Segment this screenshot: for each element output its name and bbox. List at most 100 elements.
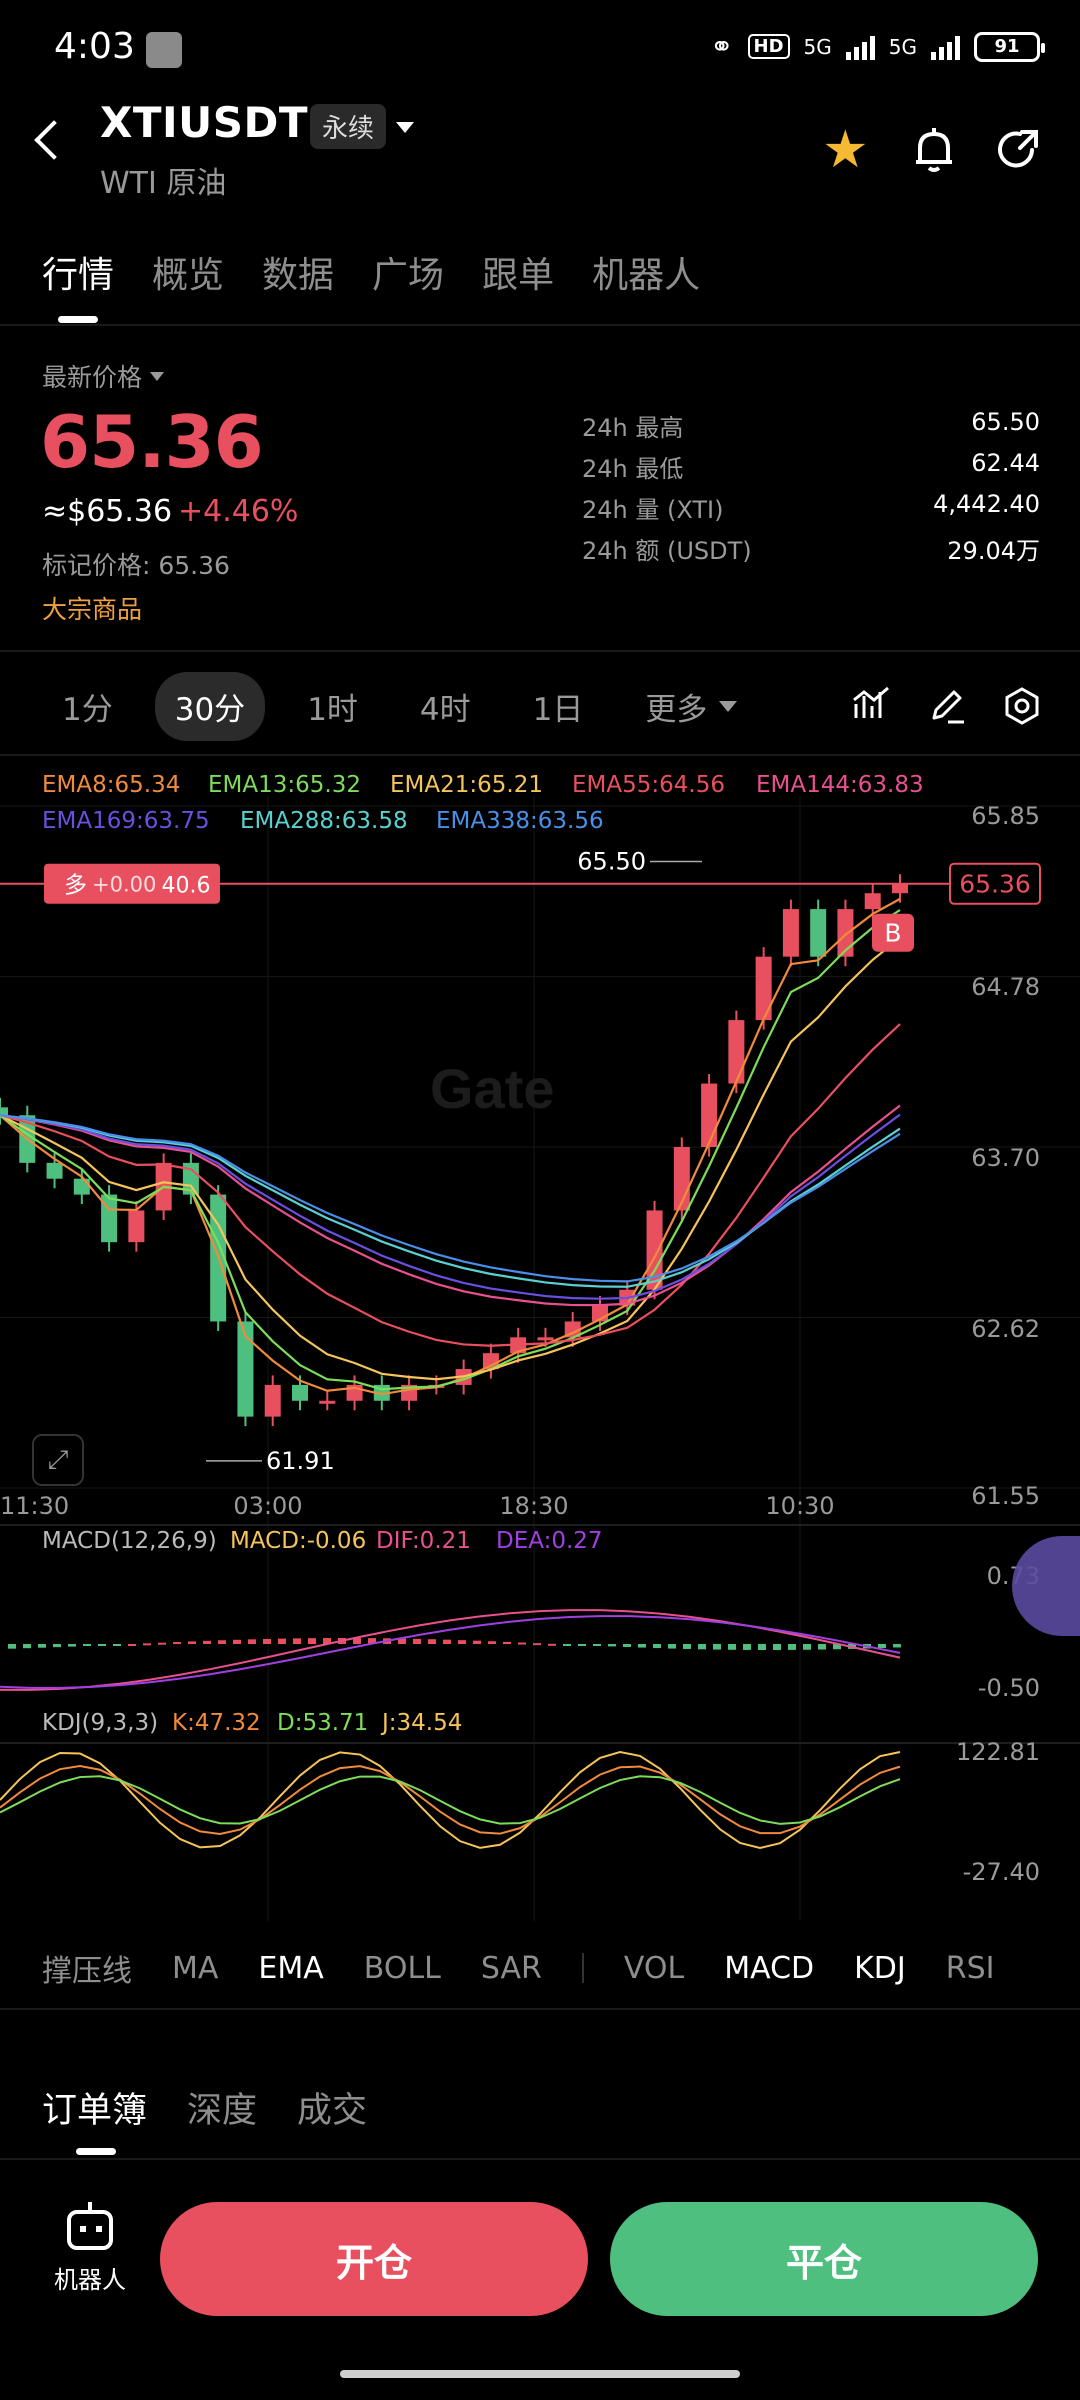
macd-bar: [98, 1644, 106, 1646]
open-position-button[interactable]: 开仓: [160, 2202, 588, 2316]
ema-legend-item: EMA144:63.83: [756, 772, 924, 798]
macd-bar: [803, 1644, 811, 1650]
macd-bar: [413, 1638, 421, 1644]
watermark: Gate: [430, 1057, 555, 1120]
signal-icon: [845, 34, 875, 60]
high-label: 65.50: [577, 848, 646, 876]
chart-settings-icon[interactable]: [1002, 686, 1042, 726]
candle: [73, 1178, 90, 1195]
ind-ma[interactable]: MA: [172, 1951, 218, 1986]
macd-bar: [758, 1644, 766, 1650]
candle: [319, 1400, 336, 1404]
kdj-value: D:53.71: [277, 1710, 368, 1736]
macd-bar: [593, 1644, 601, 1646]
interval-more[interactable]: 更多: [625, 672, 757, 741]
hd-icon: HD: [747, 34, 790, 59]
status-time: 4:03: [54, 26, 135, 67]
indicator-icon[interactable]: [852, 686, 892, 722]
tab-depth[interactable]: 深度: [187, 2082, 257, 2133]
symbol-subtitle: WTI 原油: [100, 166, 227, 201]
tab-trades[interactable]: 成交: [297, 2082, 367, 2133]
macd-bar: [143, 1643, 151, 1646]
interval-1d[interactable]: 1日: [513, 672, 604, 741]
stat-label: 24h 最低: [582, 455, 684, 483]
kdj-label: KDJ(9,3,3): [42, 1710, 158, 1736]
bot-button[interactable]: 机器人: [50, 2202, 130, 2295]
robot-icon: [67, 2202, 113, 2250]
symbol-title[interactable]: XTIUSDT: [100, 98, 308, 147]
macd-bar: [53, 1644, 61, 1648]
interval-30m[interactable]: 30分: [154, 672, 266, 741]
tab-data[interactable]: 数据: [262, 246, 334, 298]
link-icon: ⚭: [710, 30, 734, 63]
macd-bar: [608, 1644, 616, 1647]
macd-bar: [743, 1644, 751, 1650]
ind-vol[interactable]: VOL: [624, 1951, 684, 1986]
star-icon[interactable]: ★: [822, 124, 869, 176]
fullscreen-icon[interactable]: ⤢: [32, 1434, 84, 1486]
ind-macd[interactable]: MACD: [724, 1951, 814, 1986]
indicator-separator: [581, 1953, 584, 1983]
tab-copy-trade[interactable]: 跟单: [482, 246, 554, 298]
battery-icon: 91: [974, 31, 1045, 62]
kdj-value: K:47.32: [172, 1710, 261, 1736]
wrench-icon: [146, 32, 182, 68]
macd-bar: [533, 1643, 541, 1646]
candle: [755, 956, 772, 1021]
stats-24h: 24h 最高 65.50 24h 最低 62.44 24h 量 (XTI) 4,442…: [582, 408, 1040, 572]
price-tick: 62.62: [971, 1315, 1040, 1343]
stat-high: 24h 最高 65.50: [582, 408, 1040, 449]
tab-overview[interactable]: 概览: [152, 246, 224, 298]
back-icon[interactable]: [34, 120, 74, 160]
macd-bar: [818, 1644, 826, 1650]
macd-bar: [458, 1640, 466, 1644]
position-side: 多: [64, 873, 87, 899]
candle: [864, 893, 881, 910]
candle: [701, 1083, 718, 1147]
ind-support[interactable]: 撑压线: [42, 1946, 132, 1990]
kline-svg[interactable]: Gate 65.85 64.78 63.70 62.62 61.55 65.36 多 +0.00…: [0, 756, 1080, 1926]
ema-legend-item: EMA55:64.56: [572, 772, 725, 798]
close-position-button[interactable]: 平仓: [610, 2202, 1038, 2316]
kline-chart[interactable]: Gate 65.85 64.78 63.70 62.62 61.55 65.36 多 +0.00…: [0, 756, 1080, 1926]
bell-icon[interactable]: [912, 126, 956, 174]
candle: [728, 1020, 745, 1084]
share-icon[interactable]: [994, 126, 1040, 172]
macd-bar: [263, 1638, 271, 1644]
ema-line: [0, 1113, 901, 1300]
kdj-tick: -27.40: [963, 1858, 1040, 1886]
ind-sar[interactable]: SAR: [481, 1951, 542, 1986]
interval-1h[interactable]: 1时: [287, 672, 378, 741]
candle: [264, 1384, 281, 1417]
interval-1m[interactable]: 1分: [40, 672, 133, 741]
home-indicator: [340, 2370, 740, 2378]
category-tag[interactable]: 大宗商品: [42, 590, 142, 626]
macd-bar: [173, 1642, 181, 1645]
macd-bar: [8, 1644, 16, 1649]
ind-boll[interactable]: BOLL: [364, 1951, 441, 1986]
tab-bot[interactable]: 机器人: [592, 246, 700, 298]
tab-square[interactable]: 广场: [372, 246, 444, 298]
divider: [0, 2158, 1080, 2160]
tab-orderbook[interactable]: 订单簿: [42, 2082, 147, 2133]
stat-value: 62.44: [971, 449, 1040, 477]
ind-kdj[interactable]: KDJ: [854, 1951, 906, 1986]
time-tick: 11:30: [0, 1492, 69, 1520]
ema-legend-item: EMA169:63.75: [42, 808, 210, 834]
last-price: 65.36: [40, 400, 264, 484]
macd-bar: [668, 1644, 676, 1649]
macd-bar: [893, 1644, 901, 1648]
price-tick: 63.70: [971, 1144, 1040, 1172]
dea-line: [0, 1615, 901, 1689]
ind-ema[interactable]: EMA: [258, 1951, 323, 1986]
interval-4h[interactable]: 4时: [400, 672, 491, 741]
tab-market[interactable]: 行情: [42, 246, 114, 298]
draw-pen-icon[interactable]: [928, 686, 966, 724]
price-label[interactable]: 最新价格: [42, 358, 165, 394]
ind-rsi[interactable]: RSI: [946, 1951, 995, 1986]
kdj-tick: 122.81: [956, 1738, 1040, 1766]
macd-bar: [788, 1644, 796, 1650]
macd-bar: [293, 1638, 301, 1644]
chevron-down-icon[interactable]: [396, 122, 414, 133]
divider: [0, 650, 1080, 652]
